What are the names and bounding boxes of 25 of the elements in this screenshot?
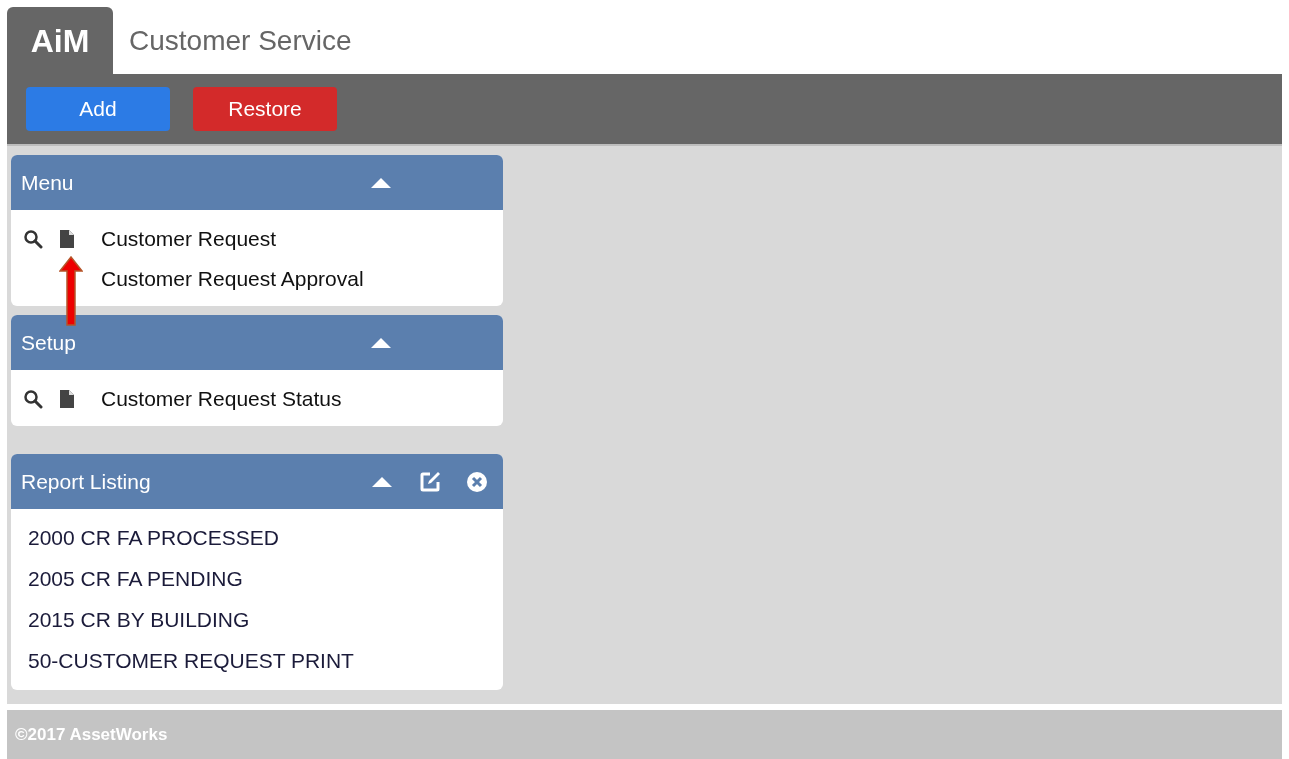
collapse-icon[interactable] — [370, 176, 392, 189]
search-icon[interactable] — [23, 229, 43, 249]
report-link[interactable]: 2000 CR FA PROCESSED — [28, 523, 486, 553]
report-link[interactable]: 2005 CR FA PENDING — [28, 564, 486, 594]
app-title: Customer Service — [128, 23, 352, 58]
search-icon[interactable] — [23, 389, 43, 409]
app-logo: AiM — [7, 7, 113, 74]
menu-link[interactable]: Customer Request — [101, 223, 277, 255]
close-icon[interactable] — [466, 470, 488, 493]
panel-title: Report Listing — [21, 468, 152, 495]
document-icon[interactable] — [59, 389, 75, 409]
edit-icon[interactable] — [419, 470, 441, 493]
document-icon[interactable] — [59, 229, 75, 249]
copyright-text: ©2017 AssetWorks — [15, 723, 168, 746]
report-link[interactable]: 50-CUSTOMER REQUEST PRINT — [28, 646, 486, 676]
panel-title: Setup — [21, 329, 77, 356]
menu-link[interactable]: Customer Request Approval — [101, 263, 364, 295]
add-button[interactable]: Add — [26, 87, 170, 131]
annotation-arrow — [59, 256, 83, 326]
restore-button[interactable]: Restore — [193, 87, 337, 131]
collapse-icon[interactable] — [370, 336, 392, 349]
menu-link[interactable]: Customer Request Status — [101, 383, 342, 415]
collapse-icon[interactable] — [371, 475, 393, 488]
report-link[interactable]: 2015 CR BY BUILDING — [28, 605, 486, 635]
panel-title: Menu — [21, 169, 75, 196]
